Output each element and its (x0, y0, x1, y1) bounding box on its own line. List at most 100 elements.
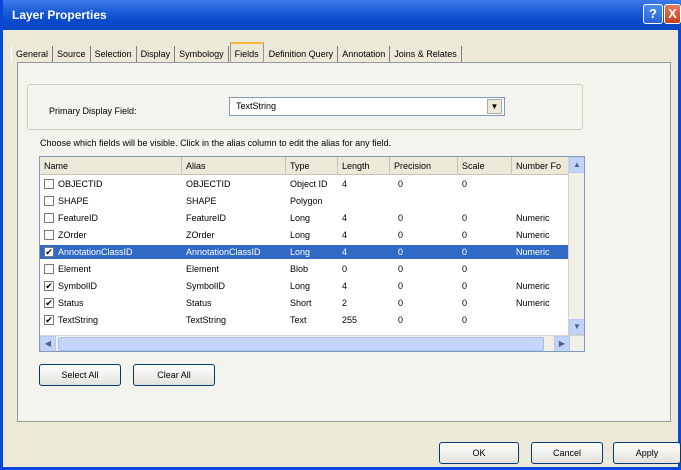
table-row[interactable]: ✔ AnnotationClassID AnnotationClassID Long 4… (40, 245, 570, 259)
apply-button[interactable]: Apply (613, 442, 681, 464)
primary-display-field-label: Primary Display Field: (49, 106, 137, 116)
cell-alias[interactable]: AnnotationClassID (186, 245, 261, 259)
field-visible-checkbox[interactable] (44, 179, 54, 189)
cell-numfmt: Numeric (516, 247, 550, 257)
cell-numfmt: Numeric (516, 213, 550, 223)
tab-symbology[interactable]: Symbology (175, 46, 229, 62)
cell-length: 0 (342, 264, 348, 274)
cell-type: Polygon (290, 196, 323, 206)
cell-type: Long (290, 281, 311, 291)
field-visible-checkbox[interactable] (44, 230, 54, 240)
help-icon[interactable]: ? (643, 4, 663, 24)
tab-display[interactable]: Display (137, 46, 176, 62)
cell-alias[interactable]: SymbolID (186, 279, 225, 293)
vertical-scrollbar[interactable]: ▲ ▼ (568, 157, 584, 335)
cell-numfmt: Numeric (516, 281, 550, 291)
cell-type: Blob (290, 264, 309, 274)
cell-length: 4 (342, 247, 348, 257)
cell-length: 2 (342, 298, 348, 308)
cell-scale: 0 (462, 213, 468, 223)
title-bar[interactable]: Layer Properties ? X (3, 0, 681, 30)
column-header-alias[interactable]: Alias (182, 157, 286, 175)
field-visible-checkbox[interactable]: ✔ (44, 315, 54, 325)
scrollbar-thumb[interactable] (58, 337, 544, 351)
cell-precision: 0 (398, 247, 404, 257)
cell-type: Long (290, 213, 311, 223)
tab-strip: General Source Selection Display Symbolo… (11, 42, 676, 62)
fields-list-header: Name Alias Type Length Precision Scale N… (40, 157, 584, 175)
close-icon[interactable]: X (664, 4, 681, 24)
table-row[interactable]: SHAPE SHAPE Polygon (40, 194, 570, 208)
table-row[interactable]: ✔ Status Status Short 2 0 0 Numeric (40, 296, 570, 310)
cell-scale: 0 (462, 179, 468, 189)
table-row[interactable]: ✔ SymbolID SymbolID Long 4 0 0 Numeric (40, 279, 570, 293)
cell-numfmt: Numeric (516, 230, 550, 240)
table-row[interactable]: Element Element Blob 0 0 0 (40, 262, 570, 276)
tab-source[interactable]: Source (53, 46, 91, 62)
field-visible-checkbox[interactable] (44, 213, 54, 223)
cell-length: 4 (342, 213, 348, 223)
layer-properties-dialog: Layer Properties ? X General Source Sele… (0, 0, 681, 470)
clear-all-button[interactable]: Clear All (133, 364, 215, 386)
cell-scale: 0 (462, 281, 468, 291)
scroll-up-icon[interactable]: ▲ (569, 157, 584, 173)
primary-display-field-select[interactable]: TextString ▼ (229, 97, 505, 116)
cell-numfmt: Numeric (516, 298, 550, 308)
cell-scale: 0 (462, 247, 468, 257)
cell-precision: 0 (398, 230, 404, 240)
cell-alias[interactable]: SHAPE (186, 194, 217, 208)
tab-joins-relates[interactable]: Joins & Relates (390, 46, 462, 62)
table-row[interactable]: FeatureID FeatureID Long 4 0 0 Numeric (40, 211, 570, 225)
scroll-down-icon[interactable]: ▼ (569, 319, 584, 335)
table-row[interactable]: ✔ TextString TextString Text 255 0 0 (40, 313, 570, 327)
field-visible-checkbox[interactable]: ✔ (44, 298, 54, 308)
column-header-scale[interactable]: Scale (458, 157, 512, 175)
cell-precision: 0 (398, 264, 404, 274)
cell-alias[interactable]: Element (186, 262, 219, 276)
cell-name: SymbolID (58, 281, 98, 291)
tab-definition-query[interactable]: Definition Query (265, 46, 339, 62)
table-row[interactable]: ZOrder ZOrder Long 4 0 0 Numeric (40, 228, 570, 242)
cell-type: Short (290, 298, 312, 308)
field-visible-checkbox[interactable] (44, 196, 54, 206)
field-visible-checkbox[interactable]: ✔ (44, 281, 54, 291)
cell-name: AnnotationClassID (58, 247, 133, 257)
cell-name: FeatureID (58, 213, 99, 223)
column-header-type[interactable]: Type (286, 157, 338, 175)
field-visible-checkbox[interactable]: ✔ (44, 247, 54, 257)
cell-alias[interactable]: OBJECTID (186, 177, 231, 191)
cell-precision: 0 (398, 213, 404, 223)
cell-alias[interactable]: ZOrder (186, 228, 215, 242)
fields-list[interactable]: Name Alias Type Length Precision Scale N… (39, 156, 585, 352)
primary-display-field-value: TextString (236, 101, 277, 111)
scroll-left-icon[interactable]: ◀ (40, 336, 56, 351)
cell-scale: 0 (462, 264, 468, 274)
cell-type: Long (290, 247, 311, 257)
cancel-button[interactable]: Cancel (531, 442, 603, 464)
cell-length: 4 (342, 230, 348, 240)
select-all-button[interactable]: Select All (39, 364, 121, 386)
column-header-name[interactable]: Name (40, 157, 182, 175)
cell-alias[interactable]: TextString (186, 313, 226, 327)
column-header-length[interactable]: Length (338, 157, 390, 175)
cell-name: Element (58, 264, 92, 274)
tab-selection[interactable]: Selection (91, 46, 137, 62)
cell-alias[interactable]: Status (186, 296, 212, 310)
ok-button[interactable]: OK (439, 442, 519, 464)
cell-alias[interactable]: FeatureID (186, 211, 226, 225)
cell-type: Object ID (290, 179, 328, 189)
tab-annotation[interactable]: Annotation (338, 46, 391, 62)
scroll-right-icon[interactable]: ▶ (554, 336, 570, 351)
tab-fields[interactable]: Fields (229, 42, 264, 62)
tab-general[interactable]: General (11, 46, 54, 62)
cell-name: OBJECTID (58, 179, 103, 189)
horizontal-scrollbar[interactable]: ◀ ▶ (40, 335, 584, 351)
column-header-precision[interactable]: Precision (390, 157, 458, 175)
field-visible-checkbox[interactable] (44, 264, 54, 274)
chevron-down-icon[interactable]: ▼ (487, 99, 502, 114)
column-header-number-format[interactable]: Number Fo (512, 157, 570, 175)
cell-precision: 0 (398, 281, 404, 291)
table-row[interactable]: OBJECTID OBJECTID Object ID 4 0 0 (40, 177, 570, 191)
cell-length: 255 (342, 315, 358, 325)
cell-scale: 0 (462, 315, 468, 325)
